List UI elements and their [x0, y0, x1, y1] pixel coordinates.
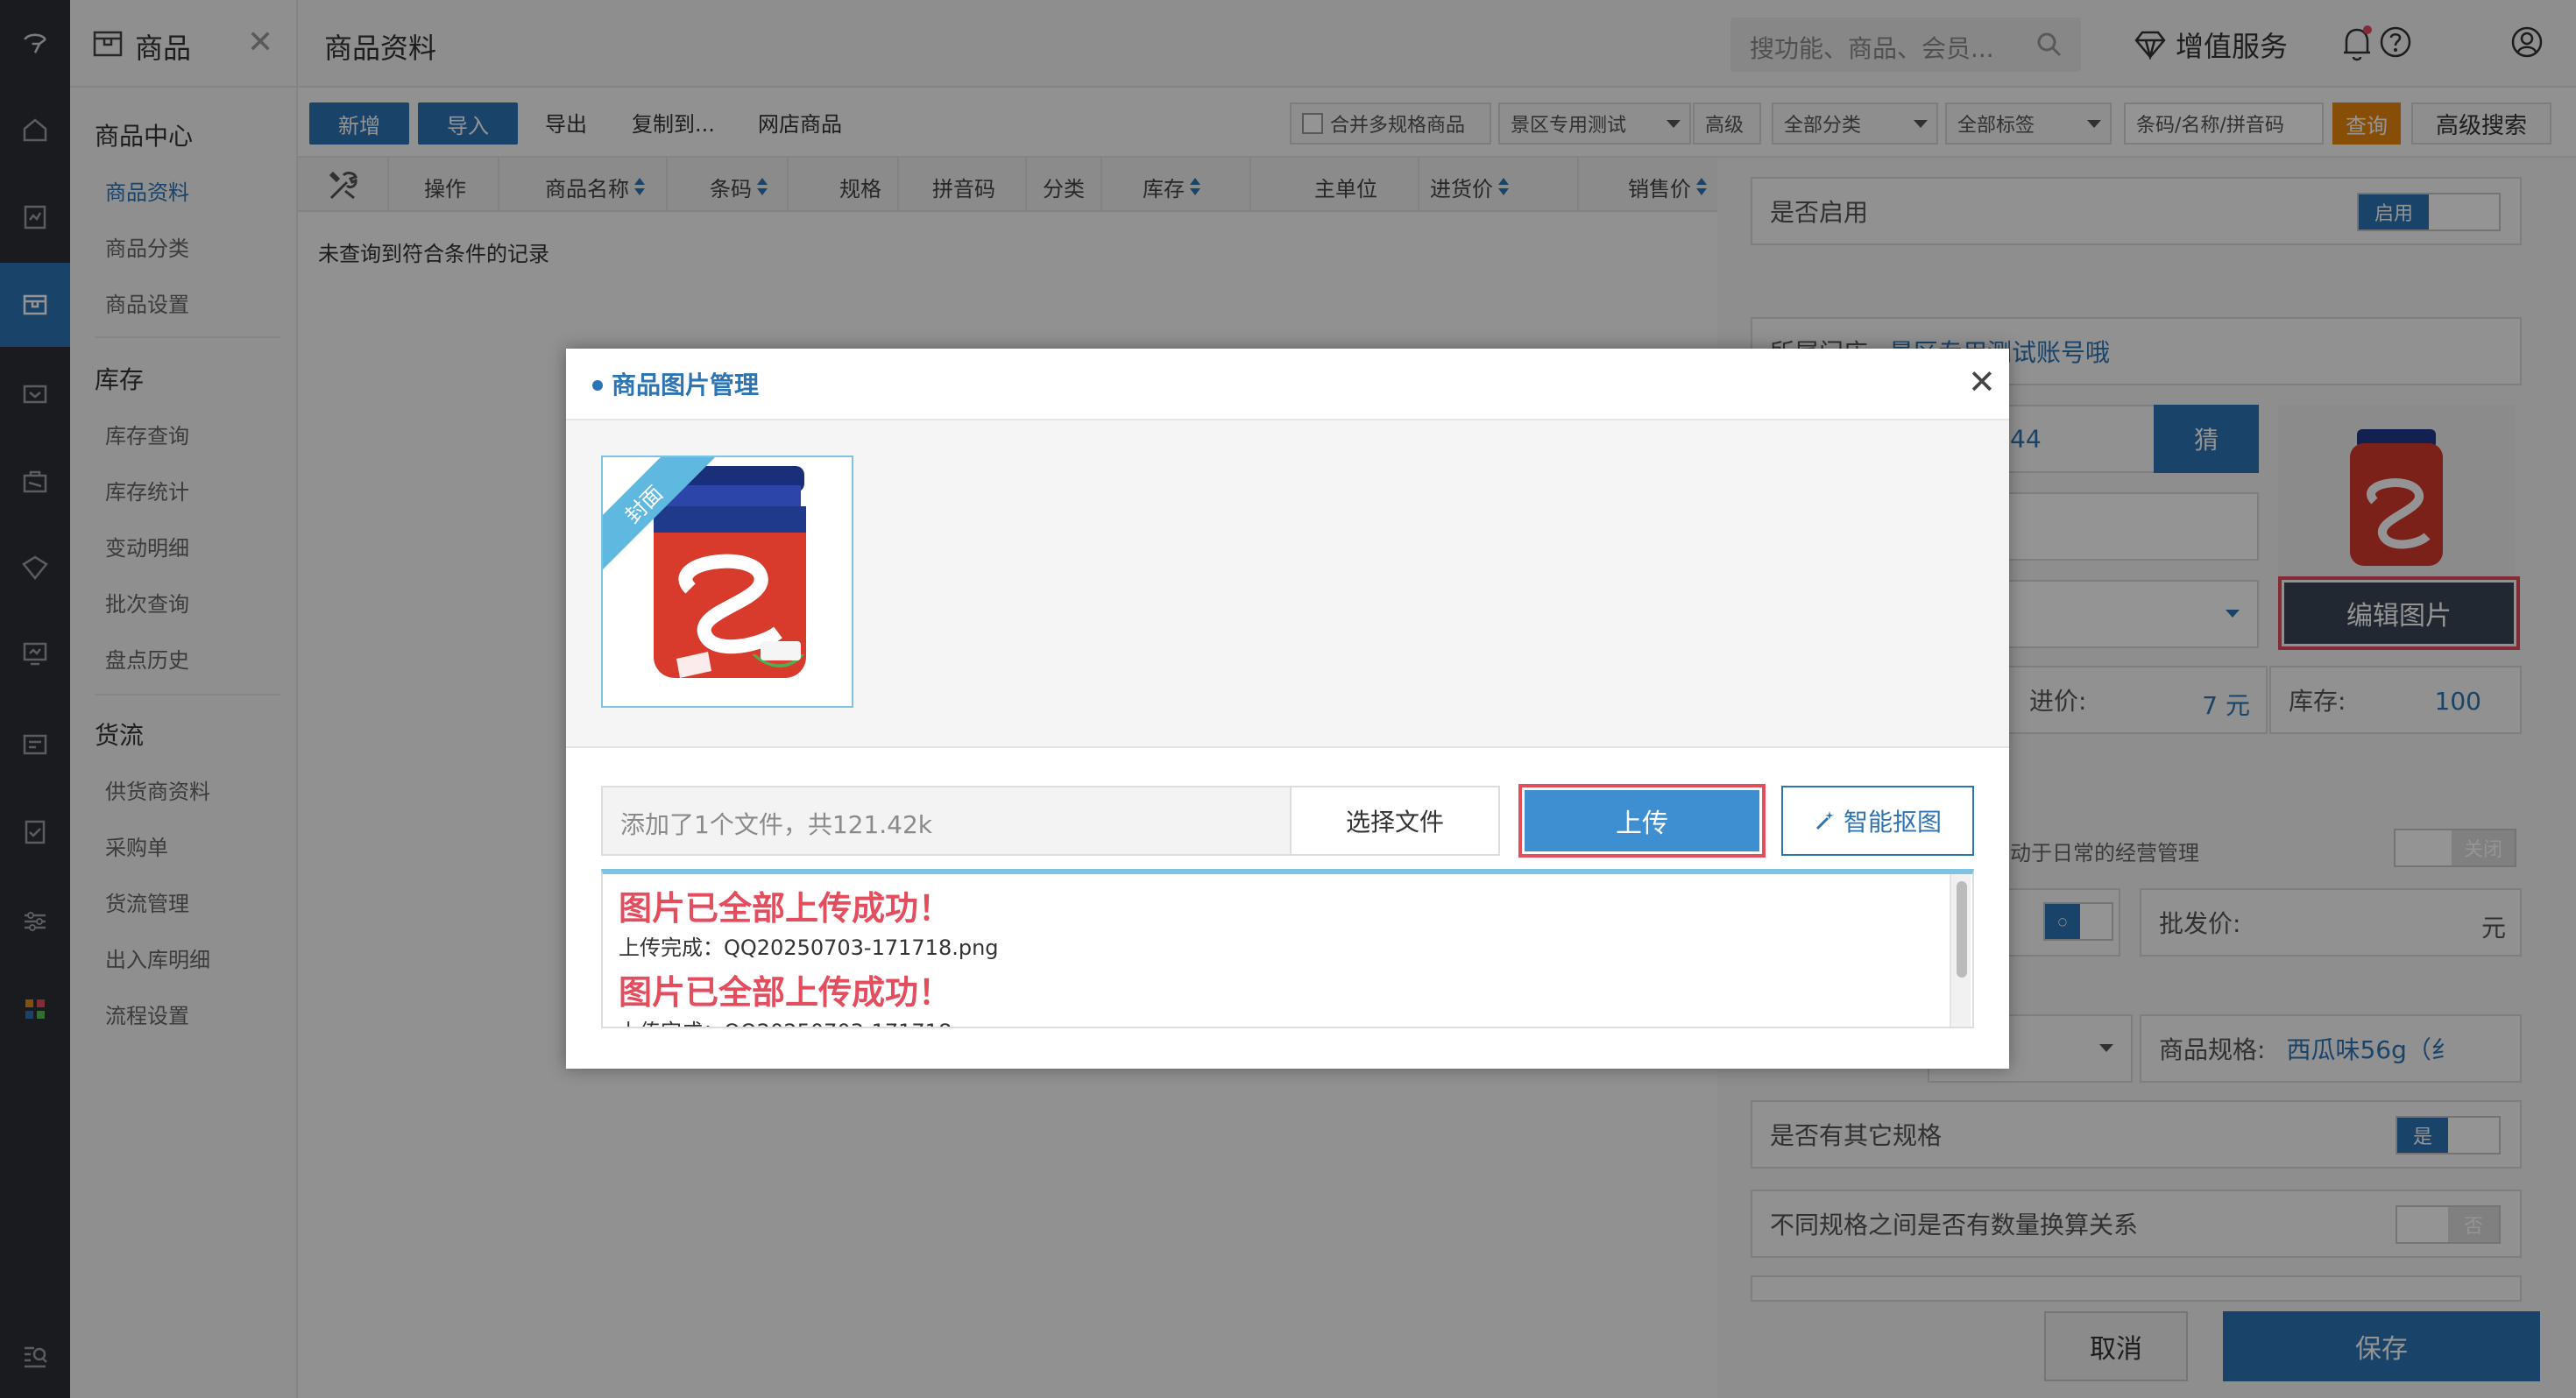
dialog-header: 商品图片管理 ✕ — [566, 349, 2009, 420]
close-icon[interactable]: ✕ — [1968, 363, 1996, 401]
upload-success-message: 图片已全部上传成功！ — [619, 889, 952, 928]
upload-success-message: 图片已全部上传成功！ — [619, 973, 952, 1012]
image-thumbnail[interactable]: 封面 — [601, 455, 853, 708]
upload-button-label: 上传 — [1525, 790, 1759, 851]
upload-detail-line: 上传完成：QQ20250703-171718.png — [619, 936, 999, 960]
file-info-text: 添加了1个文件，共121.42k — [620, 810, 933, 839]
smart-cutout-label: 智能抠图 — [1843, 808, 1942, 837]
upload-button[interactable]: 上传 — [1518, 784, 1766, 858]
image-gallery: 封面 — [566, 420, 2009, 748]
magic-wand-icon — [1815, 811, 1834, 830]
image-manager-dialog: 商品图片管理 ✕ 封面 添加了1个文件，共121.42k 选择文件 上传 智能抠 — [566, 349, 2009, 1069]
dialog-title: 商品图片管理 — [612, 371, 760, 399]
title-dot-icon — [592, 380, 603, 391]
choose-file-button[interactable]: 选择文件 — [1290, 786, 1500, 856]
scrollbar-thumb[interactable] — [1957, 881, 1967, 978]
smart-cutout-button[interactable]: 智能抠图 — [1781, 786, 1974, 856]
upload-log: 图片已全部上传成功！ 上传完成：QQ20250703-171718.png 图片… — [601, 869, 1974, 1028]
file-info-field: 添加了1个文件，共121.42k — [601, 786, 1292, 856]
upload-detail-line: 上传完成：QQ20250703-171718.png — [619, 1014, 999, 1027]
log-scrollbar[interactable] — [1950, 874, 1971, 1027]
